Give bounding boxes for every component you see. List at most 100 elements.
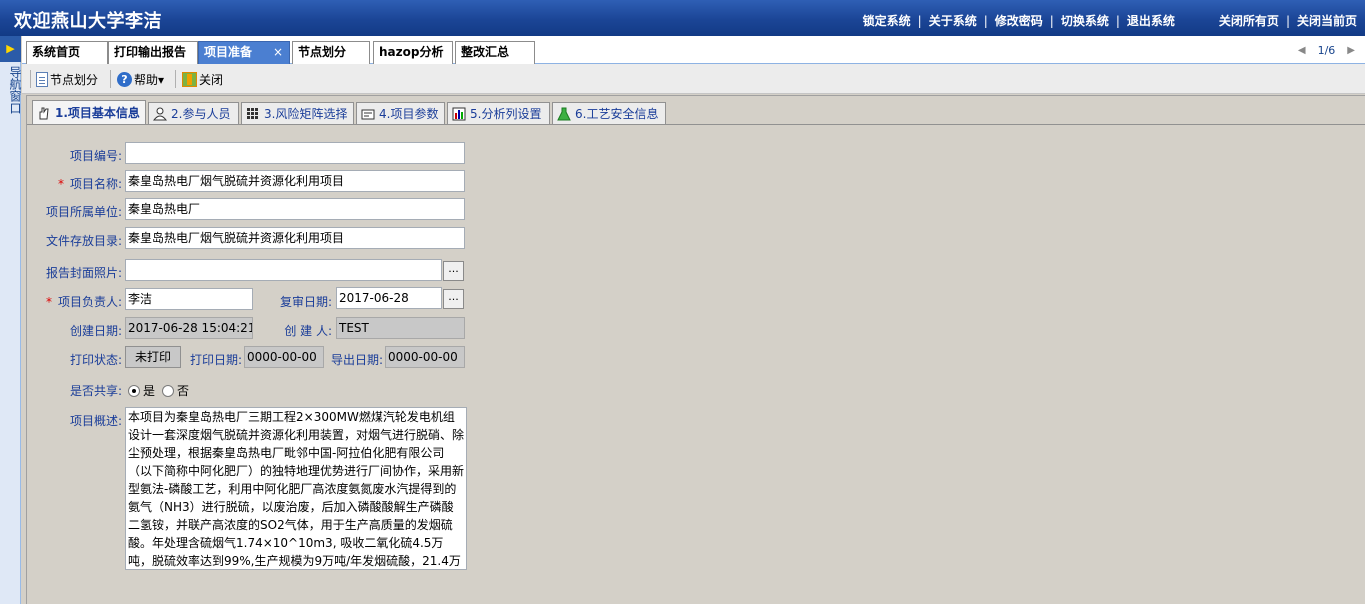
- share-no-radio[interactable]: 否: [162, 382, 189, 399]
- subtab-process-safety[interactable]: 6.工艺安全信息: [552, 102, 666, 124]
- page-indicator: 1/6: [1317, 44, 1336, 57]
- people-icon: [152, 107, 168, 121]
- file-dir-label: 文件存放目录:: [45, 234, 122, 248]
- export-date-field: 0000-00-00: [385, 346, 465, 368]
- tab-label: 系统首页: [32, 45, 81, 59]
- tab-label: hazop分析: [379, 45, 444, 59]
- subtab-label: 5.分析列设置: [470, 106, 542, 121]
- owner-label: * 项目负责人:: [30, 293, 122, 310]
- share-yes-label: 是: [143, 384, 156, 398]
- tab-label: 打印输出报告: [114, 45, 187, 59]
- subtab-label: 6.工艺安全信息: [575, 106, 659, 121]
- tab-project-prep[interactable]: 项目准备 ×: [198, 41, 290, 64]
- tab-label: 项目准备: [204, 45, 253, 59]
- review-date-input[interactable]: 2017-06-28: [336, 287, 442, 309]
- required-mark: *: [45, 295, 52, 309]
- radio-checked-icon: [128, 384, 140, 397]
- help-label: 帮助▾: [134, 72, 165, 87]
- cover-photo-label: 报告封面照片:: [45, 266, 122, 280]
- project-name-label: * 项目名称:: [40, 175, 122, 192]
- review-date-picker-button[interactable]: ...: [443, 289, 464, 309]
- flask-icon: [557, 107, 571, 121]
- created-date-field: 2017-06-28 15:04:21: [125, 317, 253, 339]
- project-no-input[interactable]: [125, 142, 465, 164]
- subtab-column-settings[interactable]: 5.分析列设置: [447, 102, 550, 124]
- close-button[interactable]: 关闭: [182, 69, 223, 89]
- export-date-label: 导出日期:: [330, 353, 383, 367]
- help-menu-button[interactable]: ? 帮助▾: [117, 69, 164, 89]
- print-status-button[interactable]: 未打印: [125, 346, 181, 368]
- toolbar: 节点划分 ? 帮助▾ 关闭: [22, 64, 1365, 94]
- toolbar-separator: [110, 70, 111, 88]
- node-division-label: 节点划分: [50, 72, 99, 87]
- page-tabbar: 系统首页 打印输出报告 项目准备 × 节点划分 hazop分析 整改汇总 ◀ 1/…: [22, 36, 1365, 64]
- grid-icon: [246, 107, 260, 121]
- tab-label: 节点划分: [298, 45, 347, 59]
- project-unit-input[interactable]: 秦皇岛热电厂: [125, 198, 465, 220]
- hand-icon: [37, 106, 51, 120]
- document-icon: [36, 71, 48, 87]
- next-page-icon[interactable]: ▶: [1347, 45, 1355, 56]
- tab-pager: ◀ 1/6 ▶: [1298, 44, 1355, 57]
- expand-nav-icon[interactable]: ▶: [0, 36, 21, 62]
- tab-print-report[interactable]: 打印输出报告: [108, 41, 198, 64]
- subtab-participants[interactable]: 2.参与人员: [148, 102, 239, 124]
- owner-label-text: 项目负责人:: [57, 295, 122, 309]
- tab-home[interactable]: 系统首页: [26, 41, 108, 64]
- toolbar-separator: [30, 70, 31, 88]
- print-status-label: 打印状态:: [69, 353, 122, 367]
- subtab-label: 4.项目参数: [379, 106, 439, 121]
- help-icon: ?: [117, 71, 132, 87]
- about-system-link[interactable]: 关于系统: [929, 12, 977, 29]
- tab-node-division[interactable]: 节点划分: [292, 41, 370, 64]
- tab-label: 整改汇总: [461, 45, 510, 59]
- share-label: 是否共享:: [69, 384, 122, 398]
- header-menu: 锁定系统 | 关于系统 | 修改密码 | 切换系统 | 退出系统 关闭所有页 |…: [863, 12, 1357, 29]
- change-password-link[interactable]: 修改密码: [995, 12, 1043, 29]
- nav-window-label[interactable]: 导航窗口: [1, 66, 22, 114]
- menu-separator: |: [1115, 13, 1120, 28]
- prev-page-icon[interactable]: ◀: [1298, 45, 1306, 56]
- subtab-basic-info[interactable]: 1.项目基本信息: [32, 100, 146, 124]
- share-no-label: 否: [177, 384, 190, 398]
- toolbar-separator: [175, 70, 176, 88]
- nav-window: ▶ 导航窗口: [0, 36, 22, 604]
- file-dir-input[interactable]: 秦皇岛热电厂烟气脱硫并资源化利用项目: [125, 227, 465, 249]
- project-name-label-text: 项目名称:: [69, 177, 122, 191]
- creator-field: TEST: [336, 317, 465, 339]
- subtab-label: 2.参与人员: [171, 106, 231, 121]
- close-label: 关闭: [199, 72, 224, 87]
- summary-textarea[interactable]: 本项目为秦皇岛热电厂三期工程2×300MW燃煤汽轮发电机组设计一套深度烟气脱硫并…: [125, 407, 467, 570]
- radio-unchecked-icon: [162, 384, 174, 397]
- project-unit-label: 项目所属单位:: [45, 205, 122, 219]
- tab-hazop-analysis[interactable]: hazop分析: [373, 41, 453, 64]
- subtab-project-params[interactable]: 4.项目参数: [356, 102, 445, 124]
- subtab-label: 1.项目基本信息: [55, 105, 140, 120]
- close-all-pages-link[interactable]: 关闭所有页: [1219, 12, 1279, 29]
- project-no-label: 项目编号:: [69, 149, 122, 163]
- close-icon[interactable]: ×: [273, 42, 283, 63]
- project-name-input[interactable]: 秦皇岛热电厂烟气脱硫并资源化利用项目: [125, 170, 465, 192]
- created-date-label: 创建日期:: [69, 324, 122, 338]
- node-division-button[interactable]: 节点划分: [36, 69, 98, 89]
- required-mark: *: [57, 177, 64, 191]
- summary-label: 项目概述:: [69, 414, 122, 428]
- browse-cover-button[interactable]: ...: [443, 261, 464, 281]
- app-header: 欢迎燕山大学李洁 锁定系统 | 关于系统 | 修改密码 | 切换系统 | 退出系…: [0, 0, 1365, 36]
- lock-system-link[interactable]: 锁定系统: [863, 12, 911, 29]
- tab-rectification-summary[interactable]: 整改汇总: [455, 41, 535, 64]
- subtab-label: 3.风险矩阵选择: [264, 106, 348, 121]
- exit-icon: [182, 71, 197, 87]
- creator-label: 创 建 人:: [284, 324, 332, 338]
- menu-separator: |: [1285, 13, 1290, 28]
- close-current-page-link[interactable]: 关闭当前页: [1297, 12, 1357, 29]
- share-yes-radio[interactable]: 是: [128, 382, 155, 399]
- exit-system-link[interactable]: 退出系统: [1127, 12, 1175, 29]
- menu-separator: |: [1049, 13, 1054, 28]
- switch-system-link[interactable]: 切换系统: [1061, 12, 1109, 29]
- cover-photo-input[interactable]: [125, 259, 442, 281]
- owner-input[interactable]: 李洁: [125, 288, 253, 310]
- review-date-label: 复审日期:: [279, 295, 332, 309]
- subtab-risk-matrix[interactable]: 3.风险矩阵选择: [241, 102, 354, 124]
- bar-chart-icon: [452, 107, 466, 121]
